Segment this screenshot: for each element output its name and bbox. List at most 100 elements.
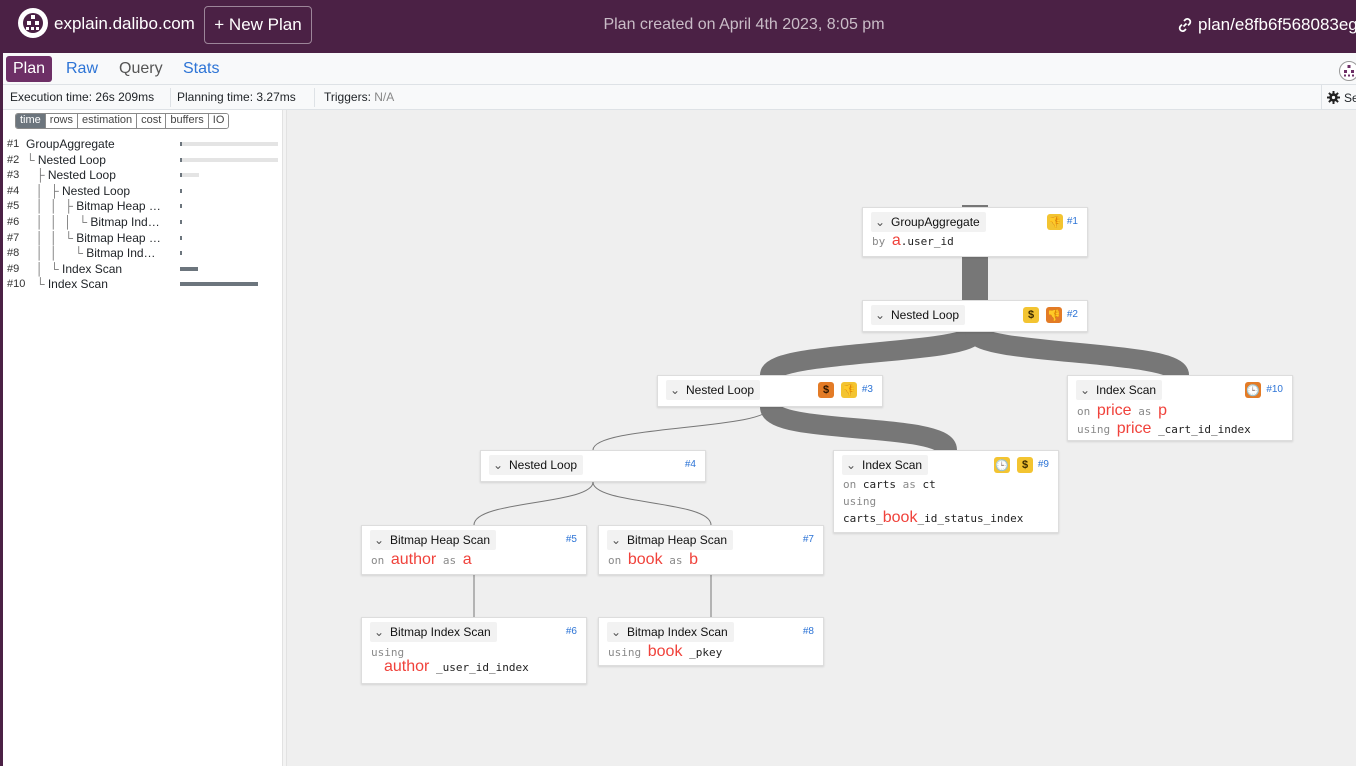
node-header[interactable]: ⌄ Index Scan: [1076, 380, 1163, 400]
tree-row[interactable]: #5 │ │ ├ Bitmap Heap …: [7, 199, 282, 214]
chevron-down-icon[interactable]: ⌄: [611, 625, 624, 639]
node-id[interactable]: #9: [1038, 459, 1049, 470]
keyword: on: [608, 554, 622, 567]
mode-rows[interactable]: rows: [45, 114, 79, 128]
time-bar: [180, 235, 182, 240]
tree-row[interactable]: #10 └ Index Scan: [7, 277, 282, 292]
chevron-down-icon[interactable]: ⌄: [875, 215, 888, 229]
node-id[interactable]: #5: [566, 534, 577, 545]
chevron-down-icon[interactable]: ⌄: [1080, 383, 1093, 397]
triggers-value: N/A: [374, 90, 395, 104]
node-title: Bitmap Heap Scan: [390, 533, 491, 547]
top-navbar: explain.dalibo.com + New Plan Plan creat…: [0, 0, 1356, 53]
node-title: Index Scan: [862, 458, 923, 472]
keyword: by: [872, 235, 886, 248]
tree-row-label: │ │ └ Bitmap Ind…: [26, 246, 156, 260]
plan-node-4[interactable]: ⌄ Nested Loop #4: [480, 450, 706, 482]
tab-plan[interactable]: Plan: [6, 56, 53, 82]
chevron-down-icon[interactable]: ⌄: [875, 308, 888, 322]
plan-node-6[interactable]: ⌄ Bitmap Index Scan #6 using author _user…: [361, 617, 587, 684]
mode-time[interactable]: time: [16, 114, 46, 128]
tree-node-name: Index Scan: [47, 277, 108, 292]
logo-icon[interactable]: [18, 8, 48, 38]
column-name: .user_id: [900, 235, 954, 248]
plan-diagram-canvas[interactable]: ⌄ GroupAggregate 👎 #1 by a.user_id ⌄ Neste…: [287, 110, 1356, 766]
node-header[interactable]: ⌄ Index Scan: [842, 455, 929, 475]
node-header[interactable]: ⌄ Bitmap Heap Scan: [370, 530, 497, 550]
permalink[interactable]: plan/e8fb6f568083eg: [1176, 15, 1356, 35]
mode-estimation[interactable]: estimation: [78, 114, 138, 128]
chevron-down-icon[interactable]: ⌄: [670, 383, 683, 397]
plan-node-1[interactable]: ⌄ GroupAggregate 👎 #1 by a.user_id: [862, 207, 1088, 257]
mode-buffers[interactable]: buffers: [166, 114, 209, 128]
tree-guide: │ │ │ └: [26, 215, 91, 229]
thumbs-down-icon: 👎: [1046, 307, 1062, 323]
tree-guide: ├: [26, 168, 48, 183]
node-title: Nested Loop: [891, 308, 960, 322]
node-id[interactable]: #6: [566, 626, 577, 637]
tree-node-name: Bitmap Ind…: [86, 246, 156, 261]
tree-guide: │ │ └: [26, 230, 77, 245]
tree-row[interactable]: #1 GroupAggregate: [7, 137, 282, 152]
tree-row[interactable]: #2 └ Nested Loop: [7, 153, 282, 168]
plan-node-3[interactable]: ⌄ Nested Loop $ 👎 #3: [657, 375, 883, 407]
time-bar: [180, 188, 182, 193]
tree-row[interactable]: #8 │ │ └ Bitmap Ind…: [7, 246, 282, 261]
settings-label[interactable]: Se: [1344, 91, 1356, 105]
tree-row[interactable]: #9 │ └ Index Scan: [7, 262, 282, 277]
node-header[interactable]: ⌄ Nested Loop: [666, 380, 761, 400]
tab-stats[interactable]: Stats: [176, 56, 226, 82]
plan-tree-sidebar: time rows estimation cost buffers IO #1 G…: [3, 110, 282, 766]
keyword: on: [1077, 405, 1091, 418]
chevron-down-icon[interactable]: ⌄: [493, 458, 506, 472]
tab-query[interactable]: Query: [112, 56, 170, 82]
plan-node-2[interactable]: ⌄ Nested Loop $ 👎 #2: [862, 300, 1088, 332]
chevron-down-icon[interactable]: ⌄: [846, 458, 859, 472]
node-id[interactable]: #7: [803, 534, 814, 545]
node-id[interactable]: #2: [1067, 309, 1078, 320]
node-id[interactable]: #1: [1067, 216, 1078, 227]
permalink-text[interactable]: plan/e8fb6f568083eg: [1198, 15, 1356, 35]
new-plan-button[interactable]: + New Plan: [204, 6, 312, 44]
tree-row[interactable]: #7 │ │ └ Bitmap Heap …: [7, 231, 282, 246]
plan-node-8[interactable]: ⌄ Bitmap Index Scan #8 using book _pkey: [598, 617, 824, 666]
node-id[interactable]: #10: [1266, 384, 1283, 395]
node-header[interactable]: ⌄ Bitmap Heap Scan: [607, 530, 734, 550]
node-title: Nested Loop: [686, 383, 755, 397]
node-header[interactable]: ⌄ Nested Loop: [489, 455, 584, 475]
tab-raw[interactable]: Raw: [59, 56, 105, 82]
node-id[interactable]: #8: [803, 626, 814, 637]
node-detail: using: [843, 495, 876, 508]
plan-node-9[interactable]: ⌄ Index Scan 🕒 $ #9 on carts as ct using …: [833, 450, 1059, 533]
node-id[interactable]: #4: [685, 459, 696, 470]
chevron-down-icon[interactable]: ⌄: [611, 533, 624, 547]
tree-row-number: #4: [7, 184, 20, 197]
tree-row[interactable]: #3 ├ Nested Loop: [7, 168, 282, 183]
relation-name: book: [627, 551, 663, 568]
tree-guide: └: [26, 277, 48, 292]
tree-row[interactable]: #6 │ │ │ └ Bitmap Ind…: [7, 215, 282, 230]
node-header[interactable]: ⌄ Bitmap Index Scan: [607, 622, 734, 642]
chevron-down-icon[interactable]: ⌄: [374, 533, 387, 547]
node-detail: author _user_id_index: [384, 658, 529, 676]
plan-node-10[interactable]: ⌄ Index Scan 🕒 #10 on price as p using pr…: [1067, 375, 1293, 441]
tree-node-name: Index Scan: [62, 261, 123, 276]
keyword: as: [669, 554, 683, 567]
tree-row[interactable]: #4 │ ├ Nested Loop: [7, 184, 282, 199]
tree-node-name: Nested Loop: [62, 183, 131, 198]
brand-link[interactable]: explain.dalibo.com: [54, 14, 195, 34]
diagram-toggle-icon[interactable]: [1339, 61, 1356, 81]
node-header[interactable]: ⌄ Bitmap Index Scan: [370, 622, 497, 642]
node-detail: on author as a: [371, 551, 472, 569]
mode-io[interactable]: IO: [208, 114, 229, 128]
node-header[interactable]: ⌄ Nested Loop: [871, 305, 966, 325]
mode-cost[interactable]: cost: [137, 114, 167, 128]
plan-node-5[interactable]: ⌄ Bitmap Heap Scan #5 on author as a: [361, 525, 587, 575]
chevron-down-icon[interactable]: ⌄: [374, 625, 387, 639]
node-header[interactable]: ⌄ GroupAggregate: [871, 212, 986, 232]
plan-node-7[interactable]: ⌄ Bitmap Heap Scan #7 on book as b: [598, 525, 824, 575]
settings-button[interactable]: Se: [1321, 85, 1356, 110]
node-detail: on book as b: [608, 551, 698, 569]
node-id[interactable]: #3: [862, 384, 873, 395]
gear-icon: [1327, 91, 1340, 104]
